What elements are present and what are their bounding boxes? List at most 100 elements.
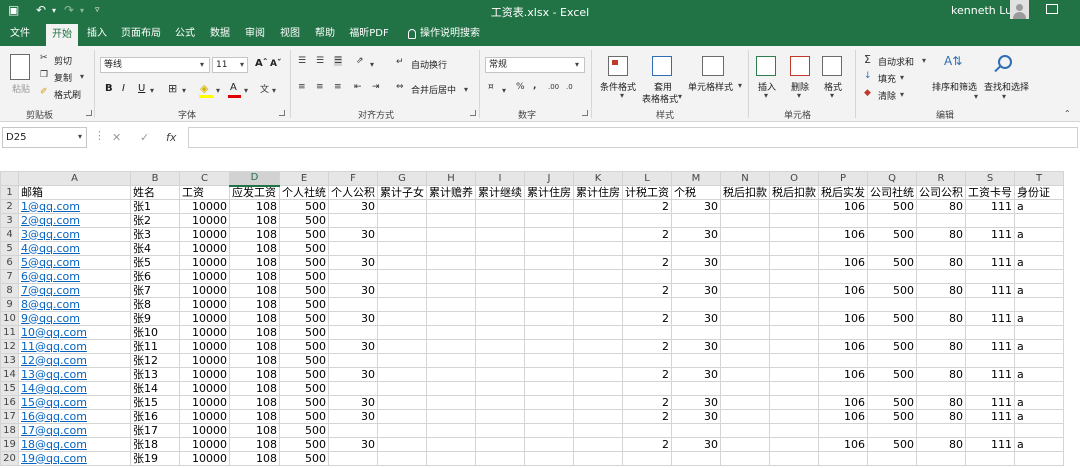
- cell-M14[interactable]: 30: [671, 367, 721, 382]
- cell-F9[interactable]: [328, 297, 378, 312]
- cell-I4[interactable]: [475, 227, 525, 242]
- cell-S18[interactable]: [965, 423, 1015, 438]
- cell-H5[interactable]: [426, 241, 476, 256]
- font-launcher-icon[interactable]: [279, 110, 285, 116]
- cell-K8[interactable]: [573, 283, 623, 298]
- cell-S17[interactable]: 111: [965, 409, 1015, 424]
- cell-C12[interactable]: 10000: [179, 339, 230, 354]
- number-launcher-icon[interactable]: [582, 110, 588, 116]
- borders-dropdown-icon[interactable]: ▾: [182, 86, 186, 95]
- row-header[interactable]: 1: [0, 185, 19, 200]
- cell-B16[interactable]: 张15: [130, 395, 180, 410]
- cut-button[interactable]: 剪切: [54, 54, 72, 67]
- copy-button[interactable]: 复制: [54, 71, 72, 84]
- row-header[interactable]: 20: [0, 451, 19, 466]
- cell-O12[interactable]: [769, 339, 819, 354]
- formula-input[interactable]: [188, 127, 1078, 148]
- cell-O2[interactable]: [769, 199, 819, 214]
- cell-M16[interactable]: 30: [671, 395, 721, 410]
- orientation-icon[interactable]: ⇗: [356, 56, 364, 66]
- cell-E14[interactable]: 500: [279, 367, 329, 382]
- paintbrush-icon[interactable]: ✐: [40, 87, 48, 97]
- cell-J6[interactable]: [524, 255, 574, 270]
- cell-B5[interactable]: 张4: [130, 241, 180, 256]
- column-header-K[interactable]: K: [573, 171, 623, 186]
- cell-C14[interactable]: 10000: [179, 367, 230, 382]
- row-header[interactable]: 16: [0, 395, 19, 410]
- autosum-button[interactable]: 自动求和: [878, 55, 914, 68]
- cell-L17[interactable]: 2: [622, 409, 672, 424]
- cell-J8[interactable]: [524, 283, 574, 298]
- row-header[interactable]: 17: [0, 409, 19, 424]
- cell-J13[interactable]: [524, 353, 574, 368]
- cell-P2[interactable]: 106: [818, 199, 868, 214]
- row-header[interactable]: 4: [0, 227, 19, 242]
- cell-B15[interactable]: 张14: [130, 381, 180, 396]
- cell-B11[interactable]: 张10: [130, 325, 180, 340]
- cell-E17[interactable]: 500: [279, 409, 329, 424]
- find-select-button[interactable]: 查找和选择: [984, 80, 1029, 93]
- tab-view[interactable]: 视图: [274, 22, 306, 46]
- cell-R10[interactable]: 80: [916, 311, 966, 326]
- cell-M3[interactable]: [671, 213, 721, 228]
- cell-S10[interactable]: 111: [965, 311, 1015, 326]
- row-header[interactable]: 7: [0, 269, 19, 284]
- column-header-D[interactable]: D: [229, 171, 280, 187]
- cell-I2[interactable]: [475, 199, 525, 214]
- cell-K2[interactable]: [573, 199, 623, 214]
- cell-B14[interactable]: 张13: [130, 367, 180, 382]
- cell-F3[interactable]: [328, 213, 378, 228]
- phonetic-icon[interactable]: 文: [260, 82, 269, 95]
- fill-color-icon[interactable]: ◈: [200, 82, 208, 95]
- cell-R12[interactable]: 80: [916, 339, 966, 354]
- insert-function-icon[interactable]: fx: [166, 131, 176, 144]
- cell-K18[interactable]: [573, 423, 623, 438]
- cell-Q3[interactable]: [867, 213, 917, 228]
- orientation-dropdown-icon[interactable]: ▾: [370, 60, 374, 69]
- cell-Q4[interactable]: 500: [867, 227, 917, 242]
- cell-A8[interactable]: 7@qq.com: [18, 283, 131, 298]
- cell-G7[interactable]: [377, 269, 427, 284]
- cell-K6[interactable]: [573, 255, 623, 270]
- cell-H19[interactable]: [426, 437, 476, 452]
- cell-D10[interactable]: 108: [229, 311, 280, 326]
- cell-C3[interactable]: 10000: [179, 213, 230, 228]
- cell-R14[interactable]: 80: [916, 367, 966, 382]
- cell-N16[interactable]: [720, 395, 770, 410]
- cell-T7[interactable]: [1014, 269, 1064, 284]
- cell-P7[interactable]: [818, 269, 868, 284]
- cell-E9[interactable]: 500: [279, 297, 329, 312]
- cell-F6[interactable]: 30: [328, 255, 378, 270]
- cell-R8[interactable]: 80: [916, 283, 966, 298]
- row-header[interactable]: 9: [0, 297, 19, 312]
- cell-H2[interactable]: [426, 199, 476, 214]
- cell-I20[interactable]: [475, 451, 525, 466]
- cell-T11[interactable]: [1014, 325, 1064, 340]
- cell-J10[interactable]: [524, 311, 574, 326]
- cell-D15[interactable]: 108: [229, 381, 280, 396]
- cell-N17[interactable]: [720, 409, 770, 424]
- cell-M5[interactable]: [671, 241, 721, 256]
- cell-R17[interactable]: 80: [916, 409, 966, 424]
- conditional-dropdown-icon[interactable]: ▾: [620, 91, 624, 100]
- cell-A16[interactable]: 15@qq.com: [18, 395, 131, 410]
- scissors-icon[interactable]: ✂: [40, 53, 48, 63]
- cell-Q16[interactable]: 500: [867, 395, 917, 410]
- row-header[interactable]: 11: [0, 325, 19, 340]
- cell-O6[interactable]: [769, 255, 819, 270]
- cell-B6[interactable]: 张5: [130, 255, 180, 270]
- cell-G15[interactable]: [377, 381, 427, 396]
- cell-N5[interactable]: [720, 241, 770, 256]
- cell-P16[interactable]: 106: [818, 395, 868, 410]
- cell-O20[interactable]: [769, 451, 819, 466]
- font-color-dropdown-icon[interactable]: ▾: [244, 86, 248, 95]
- cell-G10[interactable]: [377, 311, 427, 326]
- tab-file[interactable]: 文件: [0, 22, 40, 46]
- column-header-Q[interactable]: Q: [867, 171, 917, 186]
- cell-A12[interactable]: 11@qq.com: [18, 339, 131, 354]
- cell-R19[interactable]: 80: [916, 437, 966, 452]
- cell-P17[interactable]: 106: [818, 409, 868, 424]
- cell-B4[interactable]: 张3: [130, 227, 180, 242]
- insert-dropdown-icon[interactable]: ▾: [764, 91, 768, 100]
- cell-L7[interactable]: [622, 269, 672, 284]
